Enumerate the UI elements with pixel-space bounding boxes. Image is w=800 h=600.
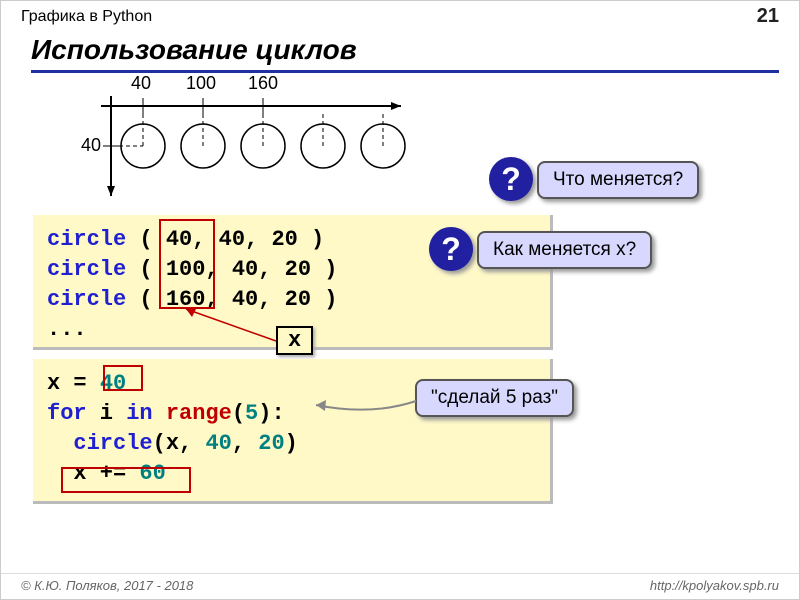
highlight-x-inc bbox=[61, 467, 191, 493]
ylabel-40: 40 bbox=[81, 135, 101, 156]
code2-line3: circle(x, 40, 20) bbox=[47, 429, 536, 459]
footer: © К.Ю. Поляков, 2017 - 2018 http://kpoly… bbox=[1, 573, 799, 593]
tick-40: 40 bbox=[131, 73, 151, 94]
callout-do5: "сделай 5 раз" bbox=[415, 379, 574, 417]
slide: Графика в Python 21 Использование циклов… bbox=[0, 0, 800, 600]
highlight-x-init bbox=[103, 365, 143, 391]
axis-diagram bbox=[81, 86, 411, 206]
footer-copyright: © К.Ю. Поляков, 2017 - 2018 bbox=[21, 578, 193, 593]
tick-160: 160 bbox=[248, 73, 278, 94]
footer-url: http://kpolyakov.spb.ru bbox=[650, 578, 779, 593]
callout-how-x: Как меняется x? bbox=[477, 231, 652, 269]
code1-line3: circle ( 160, 40, 20 ) bbox=[47, 285, 536, 315]
question-badge-2: ? bbox=[429, 227, 473, 271]
callout-what-changes: Что меняется? bbox=[537, 161, 699, 199]
page-number: 21 bbox=[757, 5, 779, 28]
arrow-to-x bbox=[171, 291, 291, 351]
tick-100: 100 bbox=[186, 73, 216, 94]
arrow-do5 bbox=[311, 391, 431, 421]
question-badge-1: ? bbox=[489, 157, 533, 201]
header-subject: Графика в Python bbox=[21, 8, 152, 26]
header: Графика в Python 21 bbox=[1, 1, 799, 30]
slide-title: Использование циклов bbox=[31, 34, 779, 73]
